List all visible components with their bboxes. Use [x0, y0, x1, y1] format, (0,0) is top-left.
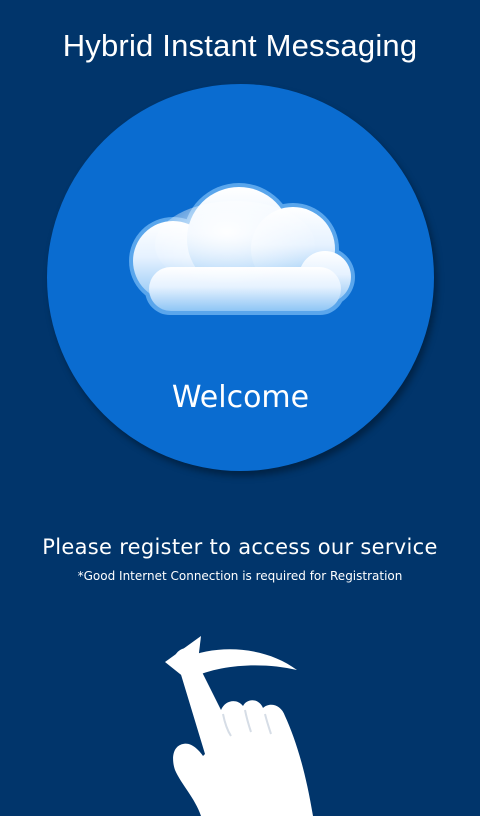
- welcome-label: Welcome: [171, 380, 310, 415]
- register-message: Please register to access our service: [42, 535, 438, 559]
- connection-requirement-note: *Good Internet Connection is required fo…: [77, 569, 403, 583]
- welcome-circle: Welcome: [47, 84, 434, 471]
- cloud-icon: [129, 183, 355, 315]
- swipe-left-hand-icon[interactable]: [155, 628, 325, 816]
- hand-icon: [173, 659, 313, 816]
- app-title: Hybrid Instant Messaging: [62, 28, 418, 63]
